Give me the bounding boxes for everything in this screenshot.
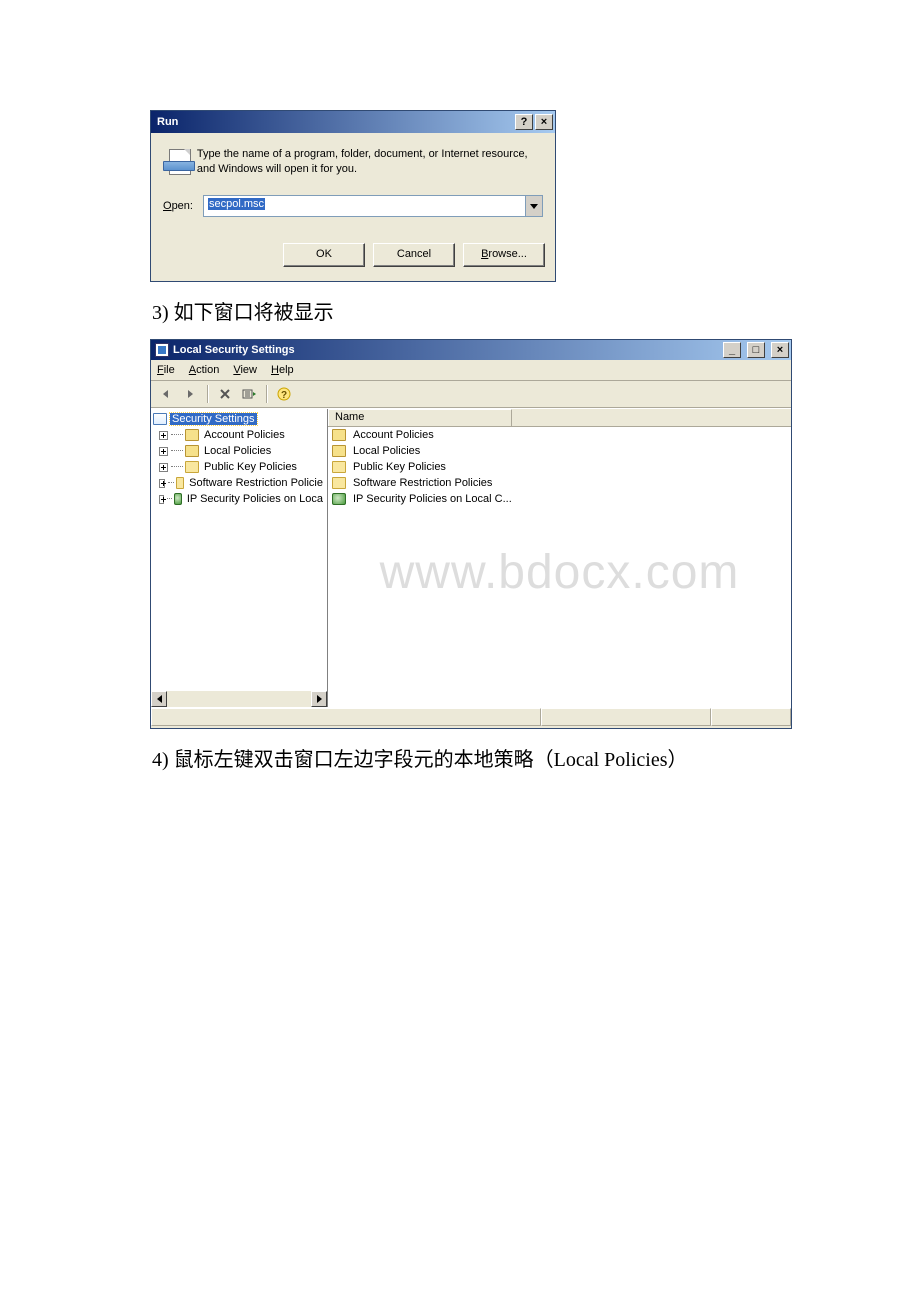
minimize-icon[interactable]: _ bbox=[723, 342, 741, 358]
tree-item-label: Software Restriction Policie bbox=[187, 477, 325, 489]
run-description: Type the name of a program, folder, docu… bbox=[197, 147, 543, 177]
column-name[interactable]: Name bbox=[328, 409, 512, 426]
tree-root-label[interactable]: Security Settings bbox=[170, 413, 257, 425]
list-item-label: Software Restriction Policies bbox=[353, 477, 492, 489]
list-item-label: Account Policies bbox=[353, 429, 434, 441]
list-row[interactable]: Software Restriction Policies bbox=[328, 475, 791, 491]
close-icon[interactable]: × bbox=[535, 114, 553, 130]
browse-button[interactable]: Browse... bbox=[463, 243, 545, 267]
maximize-icon[interactable]: □ bbox=[747, 342, 765, 358]
network-icon bbox=[174, 493, 181, 505]
tree-pane[interactable]: Security Settings Account Policies Local… bbox=[151, 409, 328, 707]
step-3-caption: 3) 如下窗口将被显示 bbox=[152, 296, 920, 325]
menu-action[interactable]: Action bbox=[189, 364, 220, 376]
open-label: Open: bbox=[163, 200, 193, 212]
run-titlebar[interactable]: Run ? × bbox=[151, 111, 555, 133]
folder-lock-icon bbox=[332, 445, 346, 457]
toolbar: ? bbox=[151, 381, 791, 408]
help-icon[interactable]: ? bbox=[515, 114, 533, 130]
app-icon bbox=[155, 343, 169, 357]
tree-item-label: IP Security Policies on Loca bbox=[185, 493, 325, 505]
tree-item-ip-security[interactable]: IP Security Policies on Loca bbox=[153, 491, 325, 507]
horizontal-scrollbar[interactable] bbox=[151, 691, 327, 707]
tree-item-label: Public Key Policies bbox=[202, 461, 299, 473]
local-security-settings-window: Local Security Settings _ □ × File Actio… bbox=[150, 339, 792, 729]
forward-icon[interactable] bbox=[179, 384, 201, 404]
menu-help[interactable]: Help bbox=[271, 364, 294, 376]
network-icon bbox=[332, 493, 346, 505]
menu-file[interactable]: File bbox=[157, 364, 175, 376]
run-app-icon bbox=[163, 149, 187, 179]
scroll-left-icon[interactable] bbox=[151, 691, 167, 707]
folder-icon bbox=[332, 461, 346, 473]
folder-icon bbox=[176, 477, 184, 489]
tree-root[interactable]: Security Settings bbox=[153, 411, 325, 427]
expand-icon[interactable] bbox=[159, 463, 168, 472]
help-icon[interactable]: ? bbox=[273, 384, 295, 404]
run-title-text: Run bbox=[157, 116, 178, 128]
back-icon[interactable] bbox=[155, 384, 177, 404]
scroll-right-icon[interactable] bbox=[311, 691, 327, 707]
expand-icon[interactable] bbox=[159, 479, 165, 488]
folder-lock-icon bbox=[185, 429, 199, 441]
list-row[interactable]: Local Policies bbox=[328, 443, 791, 459]
step-4-caption: 4) 鼠标左键双击窗口左边字段元的本地策略（Local Policies） bbox=[152, 743, 920, 772]
expand-icon[interactable] bbox=[159, 447, 168, 456]
mmc-titlebar[interactable]: Local Security Settings _ □ × bbox=[151, 340, 791, 360]
tree-item-public-key-policies[interactable]: Public Key Policies bbox=[153, 459, 325, 475]
expand-icon[interactable] bbox=[159, 431, 168, 440]
tree-item-software-restriction[interactable]: Software Restriction Policie bbox=[153, 475, 325, 491]
list-pane[interactable]: Name Account Policies Local Policies Pub… bbox=[328, 409, 791, 707]
menu-view[interactable]: View bbox=[233, 364, 257, 376]
mmc-title-text: Local Security Settings bbox=[173, 344, 295, 356]
list-header[interactable]: Name bbox=[328, 409, 791, 427]
delete-icon[interactable] bbox=[214, 384, 236, 404]
expand-icon[interactable] bbox=[159, 495, 164, 504]
security-settings-icon bbox=[153, 413, 167, 425]
tree-item-account-policies[interactable]: Account Policies bbox=[153, 427, 325, 443]
menu-bar: File Action View Help bbox=[151, 360, 791, 381]
export-list-icon[interactable] bbox=[238, 384, 260, 404]
folder-icon bbox=[185, 461, 199, 473]
svg-text:?: ? bbox=[281, 390, 287, 401]
list-item-label: Local Policies bbox=[353, 445, 420, 457]
list-row[interactable]: Account Policies bbox=[328, 427, 791, 443]
folder-icon bbox=[332, 477, 346, 489]
cancel-button[interactable]: Cancel bbox=[373, 243, 455, 267]
folder-lock-icon bbox=[185, 445, 199, 457]
list-item-label: IP Security Policies on Local C... bbox=[353, 493, 512, 505]
ok-button[interactable]: OK bbox=[283, 243, 365, 267]
folder-lock-icon bbox=[332, 429, 346, 441]
tree-item-label: Account Policies bbox=[202, 429, 287, 441]
list-row[interactable]: Public Key Policies bbox=[328, 459, 791, 475]
close-icon[interactable]: × bbox=[771, 342, 789, 358]
run-dialog: Run ? × Type the name of a program, fold… bbox=[150, 110, 556, 282]
open-combobox[interactable]: secpol.msc bbox=[203, 195, 543, 217]
chevron-down-icon[interactable] bbox=[525, 196, 542, 216]
list-item-label: Public Key Policies bbox=[353, 461, 446, 473]
status-bar bbox=[151, 707, 791, 728]
tree-item-local-policies[interactable]: Local Policies bbox=[153, 443, 325, 459]
tree-item-label: Local Policies bbox=[202, 445, 273, 457]
open-value[interactable]: secpol.msc bbox=[208, 198, 265, 210]
watermark-text: www.bdocx.com bbox=[380, 549, 740, 597]
list-row[interactable]: IP Security Policies on Local C... bbox=[328, 491, 791, 507]
